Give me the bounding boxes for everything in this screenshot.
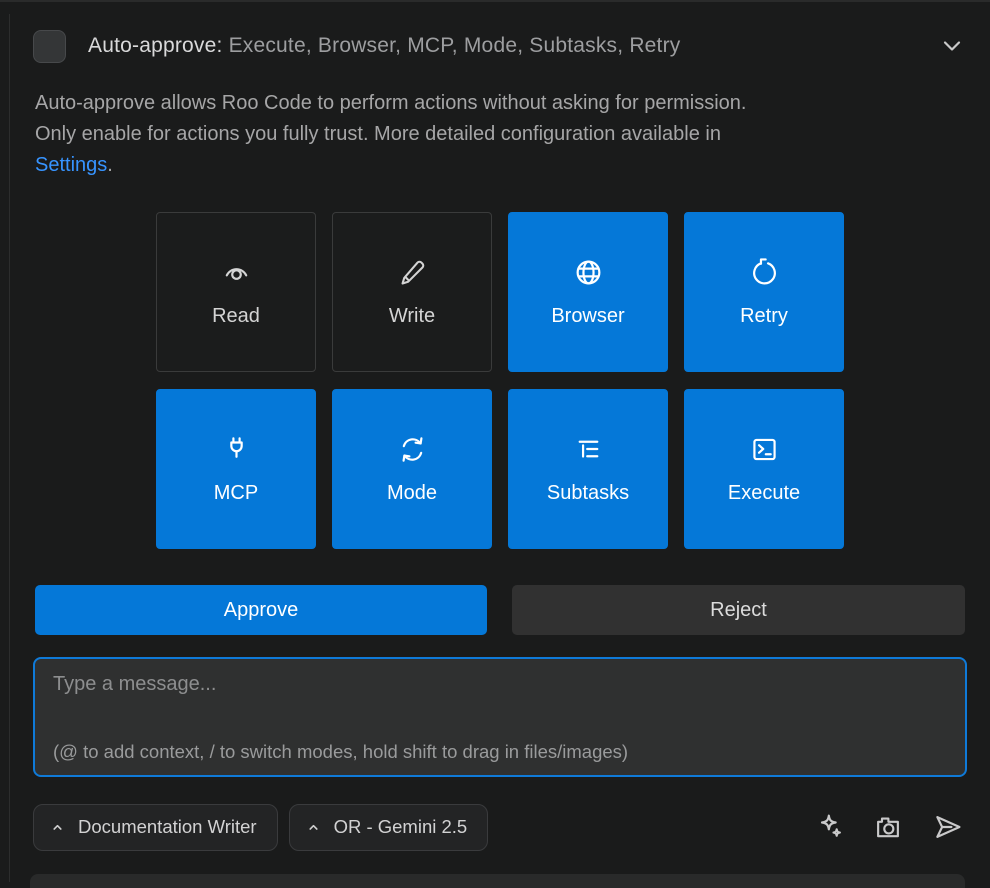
sparkles-icon[interactable]	[815, 811, 845, 843]
model-selector-label: OR - Gemini 2.5	[334, 816, 468, 838]
sync-icon	[397, 434, 428, 465]
toggle-mcp-button[interactable]: MCP	[156, 389, 316, 549]
description-line-1: Auto-approve allows Roo Code to perform …	[35, 88, 965, 119]
panel-top-divider	[0, 0, 990, 2]
camera-icon[interactable]	[872, 811, 904, 843]
composer-footer: Documentation Writer OR - Gemini 2.5	[33, 803, 965, 851]
panel-left-divider	[9, 14, 10, 882]
list-tree-icon	[573, 434, 604, 465]
eye-icon	[221, 257, 252, 288]
chevron-up-icon	[50, 820, 65, 835]
auto-approve-title[interactable]: Auto-approve: Execute, Browser, MCP, Mod…	[88, 34, 681, 58]
message-input[interactable]	[35, 659, 965, 737]
toggle-label: Retry	[740, 305, 788, 328]
mode-selector-label: Documentation Writer	[78, 816, 257, 838]
settings-link[interactable]: Settings	[35, 154, 107, 176]
plug-icon	[221, 434, 252, 465]
auto-approve-title-label: Auto-approve:	[88, 34, 223, 57]
toggle-label: Execute	[728, 482, 800, 505]
reject-button[interactable]: Reject	[512, 585, 965, 635]
toggle-mode-button[interactable]: Mode	[332, 389, 492, 549]
send-icon[interactable]	[931, 811, 965, 843]
settings-suffix: .	[107, 154, 113, 176]
model-selector[interactable]: OR - Gemini 2.5	[289, 804, 489, 851]
pencil-icon	[397, 257, 428, 288]
toggle-browser-button[interactable]: Browser	[508, 212, 668, 372]
toggle-write-button[interactable]: Write	[332, 212, 492, 372]
globe-icon	[573, 257, 604, 288]
refresh-icon	[749, 257, 780, 288]
auto-approve-toggle-grid: Read Write Browser Retry	[156, 212, 844, 549]
mode-selector[interactable]: Documentation Writer	[33, 804, 278, 851]
composer-hint: (@ to add context, / to switch modes, ho…	[53, 741, 628, 763]
terminal-icon	[749, 434, 780, 465]
message-composer: (@ to add context, / to switch modes, ho…	[33, 657, 967, 777]
auto-approve-header: Auto-approve: Execute, Browser, MCP, Mod…	[33, 29, 968, 63]
chevron-up-icon	[306, 820, 321, 835]
toggle-subtasks-button[interactable]: Subtasks	[508, 389, 668, 549]
description-line-2: Only enable for actions you fully trust.…	[35, 119, 965, 150]
toggle-read-button[interactable]: Read	[156, 212, 316, 372]
toggle-execute-button[interactable]: Execute	[684, 389, 844, 549]
composer-actions	[815, 811, 965, 843]
toggle-retry-button[interactable]: Retry	[684, 212, 844, 372]
chevron-down-icon[interactable]	[936, 30, 968, 62]
bottom-panel-edge	[30, 874, 965, 888]
toggle-label: Read	[212, 305, 260, 328]
description-line-3: Settings.	[35, 150, 965, 181]
toggle-label: Subtasks	[547, 482, 629, 505]
toggle-label: Write	[389, 305, 435, 328]
toggle-label: MCP	[214, 482, 258, 505]
toggle-label: Browser	[551, 305, 624, 328]
auto-approve-checkbox[interactable]	[33, 30, 66, 63]
auto-approve-summary: Execute, Browser, MCP, Mode, Subtasks, R…	[223, 34, 681, 57]
toggle-label: Mode	[387, 482, 437, 505]
auto-approve-description: Auto-approve allows Roo Code to perform …	[35, 88, 965, 181]
approve-button[interactable]: Approve	[35, 585, 487, 635]
